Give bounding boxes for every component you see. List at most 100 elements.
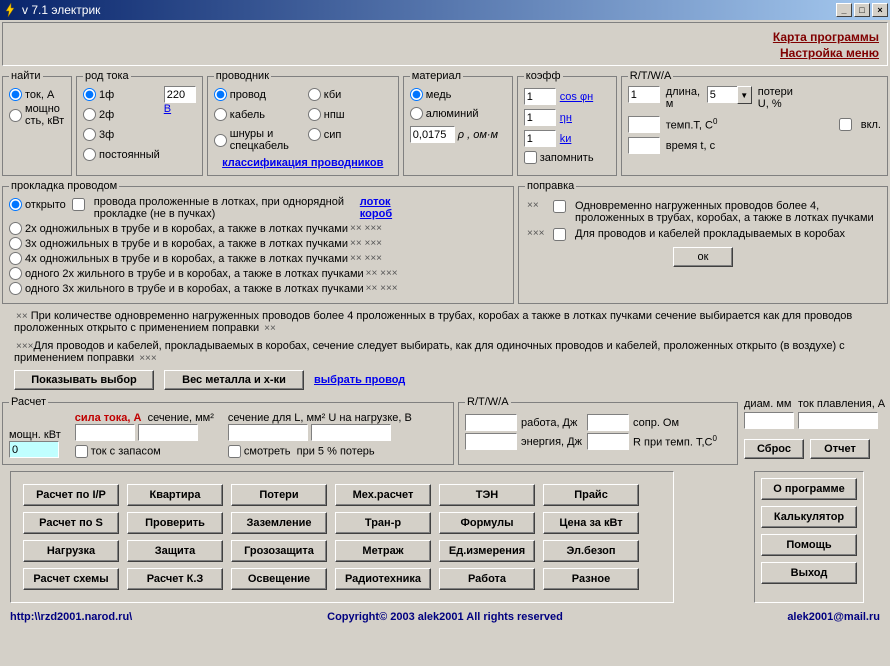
- loss-label: потери U, %: [758, 86, 800, 110]
- length-input[interactable]: [628, 86, 660, 103]
- conductor-legend: проводник: [214, 70, 271, 82]
- cable-radio[interactable]: [214, 108, 227, 121]
- btn-misc[interactable]: Разное: [543, 568, 639, 590]
- lotok-link[interactable]: лоток: [360, 196, 392, 208]
- close-button[interactable]: ×: [872, 3, 888, 17]
- btn-exit[interactable]: Выход: [761, 562, 857, 584]
- show-selection-button[interactable]: Показывать выбор: [14, 370, 154, 390]
- aluminium-radio[interactable]: [410, 107, 423, 120]
- ki-link[interactable]: kи: [560, 133, 572, 145]
- program-map-link[interactable]: Карта программы: [773, 29, 879, 45]
- power-input[interactable]: [9, 441, 59, 458]
- melt-output: [798, 412, 878, 429]
- chevron-down-icon[interactable]: ▼: [737, 86, 752, 104]
- btn-work[interactable]: Работа: [439, 568, 535, 590]
- reserve-check[interactable]: [75, 445, 88, 458]
- cosfi-input[interactable]: [524, 88, 556, 105]
- btn-kwh-price[interactable]: Цена за кВт: [543, 512, 639, 534]
- btn-elsafety[interactable]: Эл.безоп: [543, 540, 639, 562]
- btn-protection[interactable]: Защита: [127, 540, 223, 562]
- btn-price[interactable]: Прайс: [543, 484, 639, 506]
- temp-input[interactable]: [628, 116, 660, 133]
- find-power-radio[interactable]: [9, 109, 22, 122]
- btn-check[interactable]: Проверить: [127, 512, 223, 534]
- btn-transformer[interactable]: Тран-р: [335, 512, 431, 534]
- time-input[interactable]: [628, 137, 660, 154]
- copper-radio[interactable]: [410, 88, 423, 101]
- footer-email[interactable]: alek2001@mail.ru: [590, 611, 880, 623]
- voltage-link[interactable]: В: [164, 103, 171, 115]
- ok-button[interactable]: ок: [673, 247, 733, 267]
- btn-units[interactable]: Ед.измерения: [439, 540, 535, 562]
- lay-r5-radio[interactable]: [9, 282, 22, 295]
- phase2-radio[interactable]: [83, 108, 96, 121]
- btn-radio[interactable]: Радиотехника: [335, 568, 431, 590]
- lay-r3-radio[interactable]: [9, 252, 22, 265]
- btn-mech[interactable]: Мех.расчет: [335, 484, 431, 506]
- lay-r1-radio[interactable]: [9, 222, 22, 235]
- phase3-radio[interactable]: [83, 128, 96, 141]
- btn-calc-ip[interactable]: Расчет по I/P: [23, 484, 119, 506]
- btn-calc-s[interactable]: Расчет по S: [23, 512, 119, 534]
- calc-group: Расчет мощн. кВт сила тока, А сечение, м…: [2, 396, 454, 465]
- eta-input[interactable]: [524, 109, 556, 126]
- incl-check[interactable]: [839, 118, 852, 131]
- btn-apartment[interactable]: Квартира: [127, 484, 223, 506]
- open-note-check[interactable]: [72, 198, 85, 211]
- btn-scheme[interactable]: Расчет схемы: [23, 568, 119, 590]
- find-current-radio[interactable]: [9, 88, 22, 101]
- cosfi-link[interactable]: cos φн: [560, 91, 593, 103]
- main-buttons: Расчет по I/P Квартира Потери Мех.расчет…: [17, 478, 667, 596]
- report-button[interactable]: Отчет: [810, 439, 870, 459]
- kbi-radio[interactable]: [308, 88, 321, 101]
- dc-radio[interactable]: [83, 148, 96, 161]
- btn-about[interactable]: О программе: [761, 478, 857, 500]
- reset-button[interactable]: Сброс: [744, 439, 804, 459]
- conductor-group: проводник провод кабель шнуры и спецкабе…: [207, 70, 399, 176]
- look-check[interactable]: [228, 445, 241, 458]
- corr1-check[interactable]: [553, 200, 566, 213]
- korob-link[interactable]: короб: [360, 208, 392, 220]
- btn-lightning[interactable]: Грозозащита: [231, 540, 327, 562]
- classification-link[interactable]: классификация проводников: [222, 157, 383, 169]
- choose-wire-link[interactable]: выбрать провод: [314, 374, 405, 386]
- btn-lighting[interactable]: Освещение: [231, 568, 327, 590]
- wire-radio[interactable]: [214, 88, 227, 101]
- metal-weight-button[interactable]: Вес металла и х-ки: [164, 370, 304, 390]
- btn-kz[interactable]: Расчет К.З: [127, 568, 223, 590]
- minimize-button[interactable]: _: [836, 3, 852, 17]
- btn-metrage[interactable]: Метраж: [335, 540, 431, 562]
- btn-ten[interactable]: ТЭН: [439, 484, 535, 506]
- remember-check[interactable]: [524, 151, 537, 164]
- loss-combo-input[interactable]: [707, 86, 737, 103]
- lay-r4-radio[interactable]: [9, 267, 22, 280]
- btn-ground[interactable]: Заземление: [231, 512, 327, 534]
- voltage-input[interactable]: [164, 86, 196, 103]
- energy-output: [465, 433, 517, 450]
- btn-formulas[interactable]: Формулы: [439, 512, 535, 534]
- find-power-label: мощно сть, кВт: [25, 103, 65, 127]
- work-output: [465, 414, 517, 431]
- sip-radio[interactable]: [308, 128, 321, 141]
- rho-input[interactable]: [410, 126, 455, 143]
- footer-url[interactable]: http:\\rzd2001.narod.ru\: [10, 611, 300, 623]
- ki-input[interactable]: [524, 130, 556, 147]
- npsh-radio[interactable]: [308, 108, 321, 121]
- lay-r2-radio[interactable]: [9, 237, 22, 250]
- rtwa2-group: R/T/W/A работа, Дж сопр. Ом энергия, Дж …: [458, 396, 738, 465]
- cord-radio[interactable]: [214, 134, 227, 147]
- menu-settings-link[interactable]: Настройка меню: [780, 45, 879, 61]
- btn-load[interactable]: Нагрузка: [23, 540, 119, 562]
- rtwa-legend: R/T/W/A: [628, 70, 674, 82]
- maximize-button[interactable]: □: [854, 3, 870, 17]
- phase1-radio[interactable]: [83, 88, 96, 101]
- rtwa-group: R/T/W/A длина, м ▼ потери U, % темп.Т, С…: [621, 70, 888, 176]
- corr2-check[interactable]: [553, 228, 566, 241]
- btn-losses[interactable]: Потери: [231, 484, 327, 506]
- btn-help[interactable]: Помощь: [761, 534, 857, 556]
- loss-combo[interactable]: ▼: [707, 86, 752, 104]
- btn-calculator[interactable]: Калькулятор: [761, 506, 857, 528]
- eta-link[interactable]: ηн: [560, 112, 572, 124]
- open-radio[interactable]: [9, 198, 22, 211]
- uload-output: [311, 424, 391, 441]
